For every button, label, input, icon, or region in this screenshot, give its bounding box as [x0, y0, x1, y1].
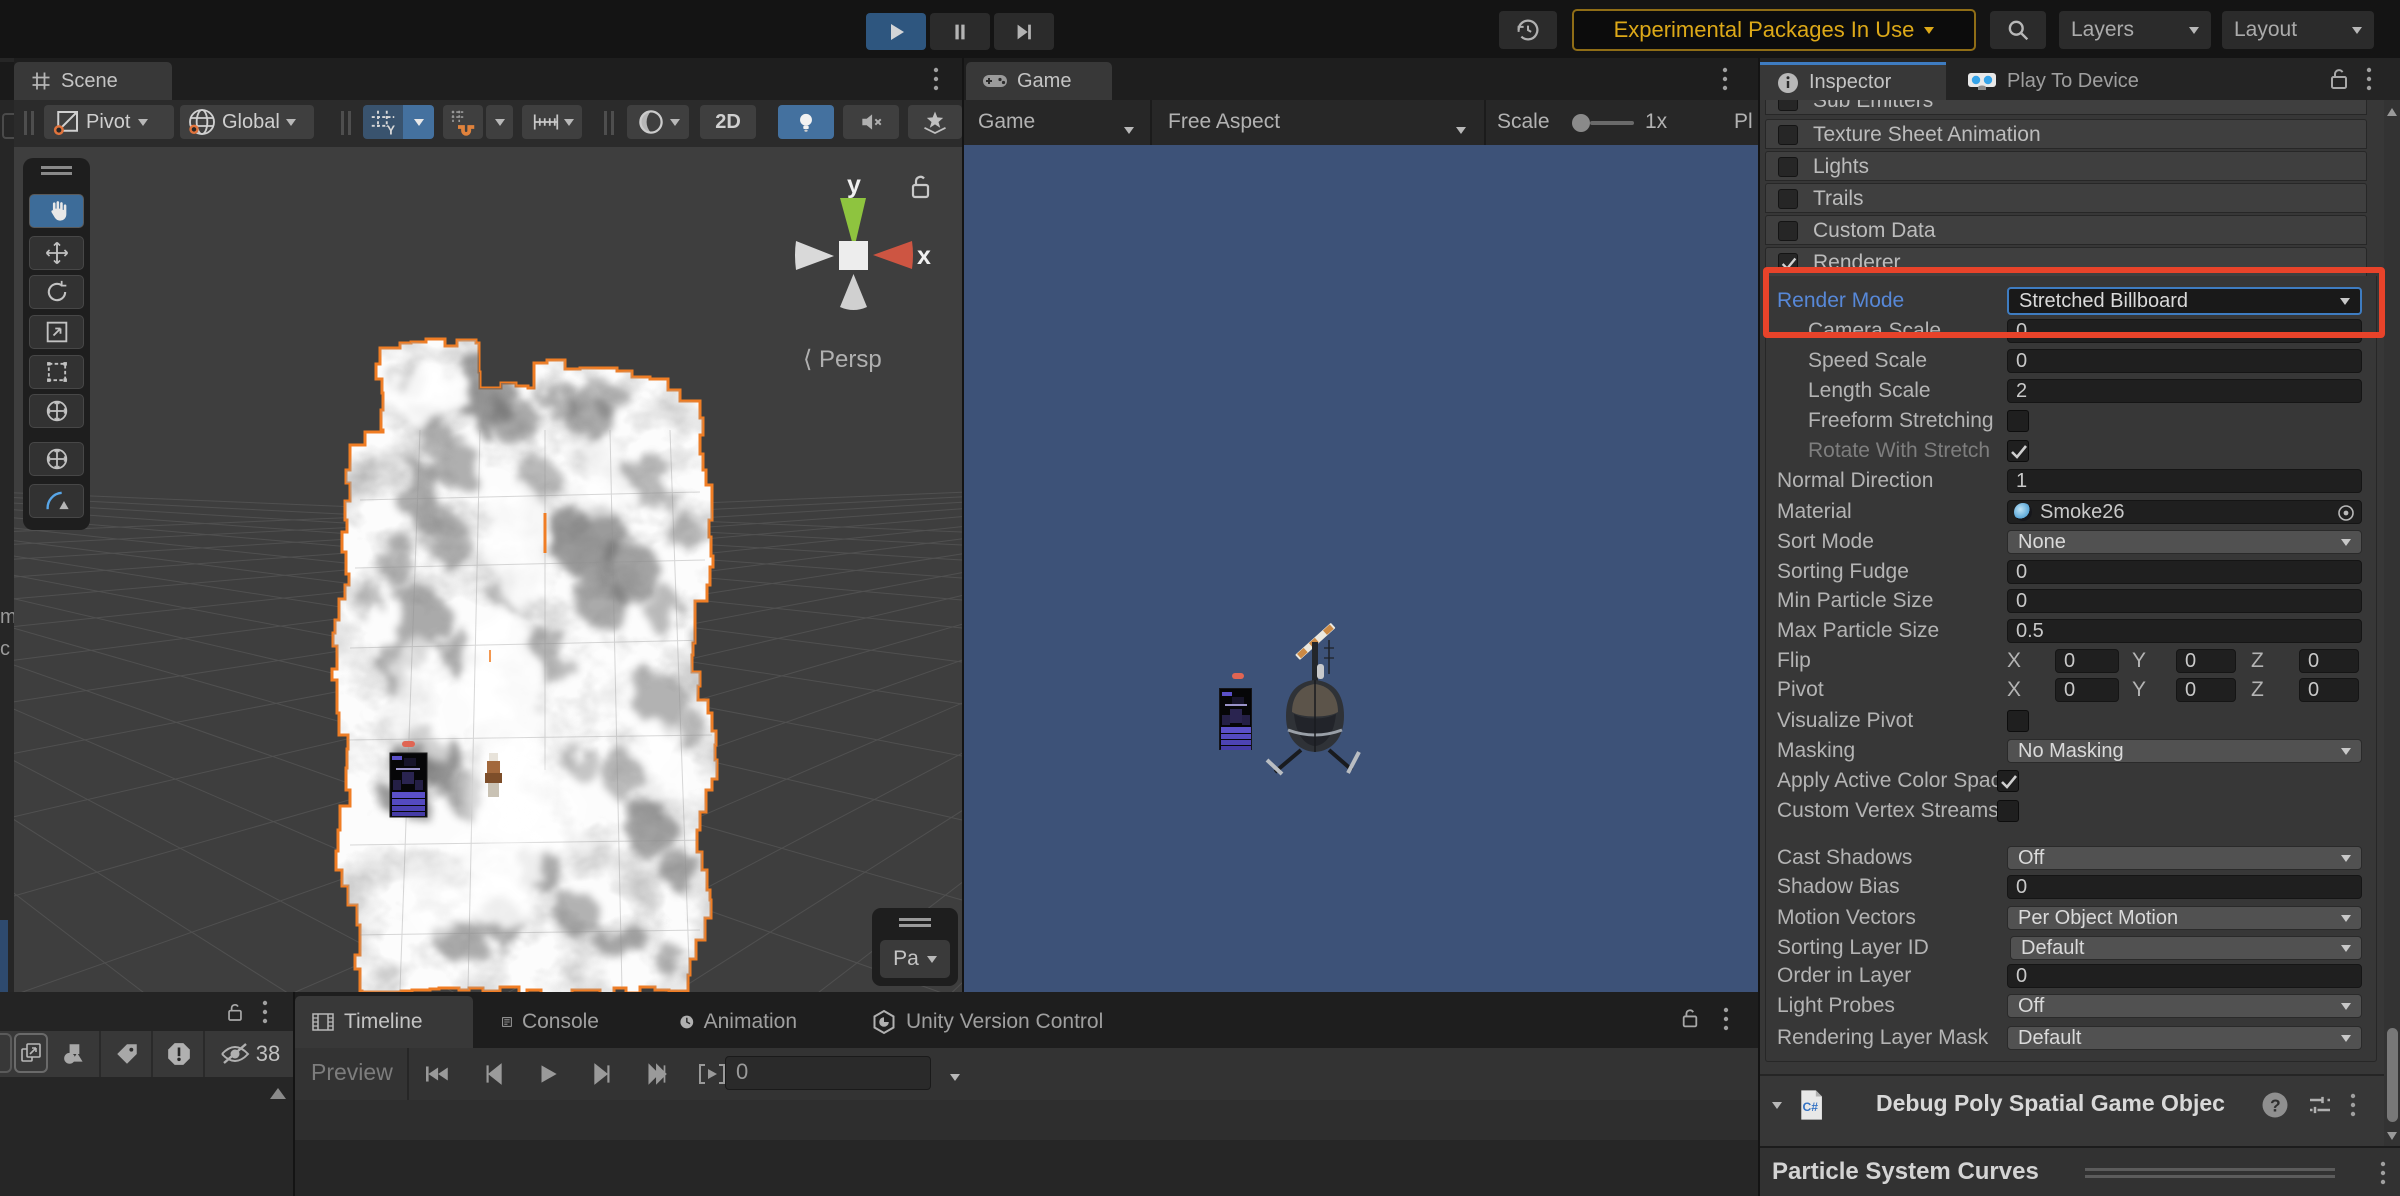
svg-text:x: x [917, 242, 931, 270]
svg-text:C#: C# [1803, 1100, 1819, 1114]
svg-text:Y: Y [387, 124, 396, 138]
svg-text:y: y [847, 171, 861, 199]
svg-text:?: ? [2270, 1095, 2281, 1115]
